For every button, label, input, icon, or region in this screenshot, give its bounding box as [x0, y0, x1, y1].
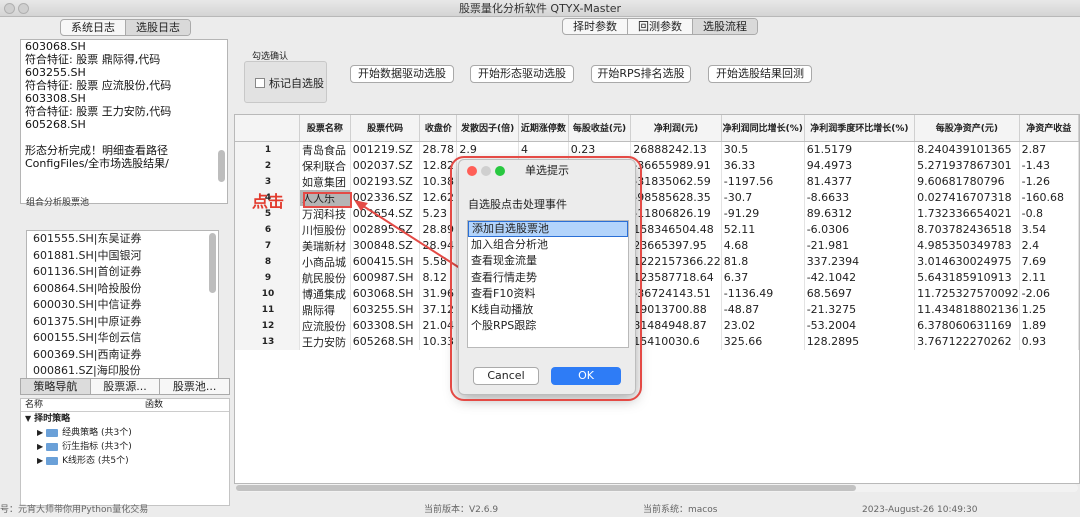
dialog-highlight-box: [450, 156, 642, 401]
status-system: 当前系统：macos: [643, 505, 718, 515]
arrow-head-icon: [354, 200, 368, 211]
status-left: 号：元宵大师带你用Python量化交易: [0, 505, 149, 515]
status-version: 当前版本：V2.6.9: [424, 505, 499, 515]
status-datetime: 2023-August-26 10:49:30: [862, 505, 978, 515]
status-bar: 号：元宵大师带你用Python量化交易 当前版本：V2.6.9 当前系统：mac…: [0, 503, 1080, 517]
